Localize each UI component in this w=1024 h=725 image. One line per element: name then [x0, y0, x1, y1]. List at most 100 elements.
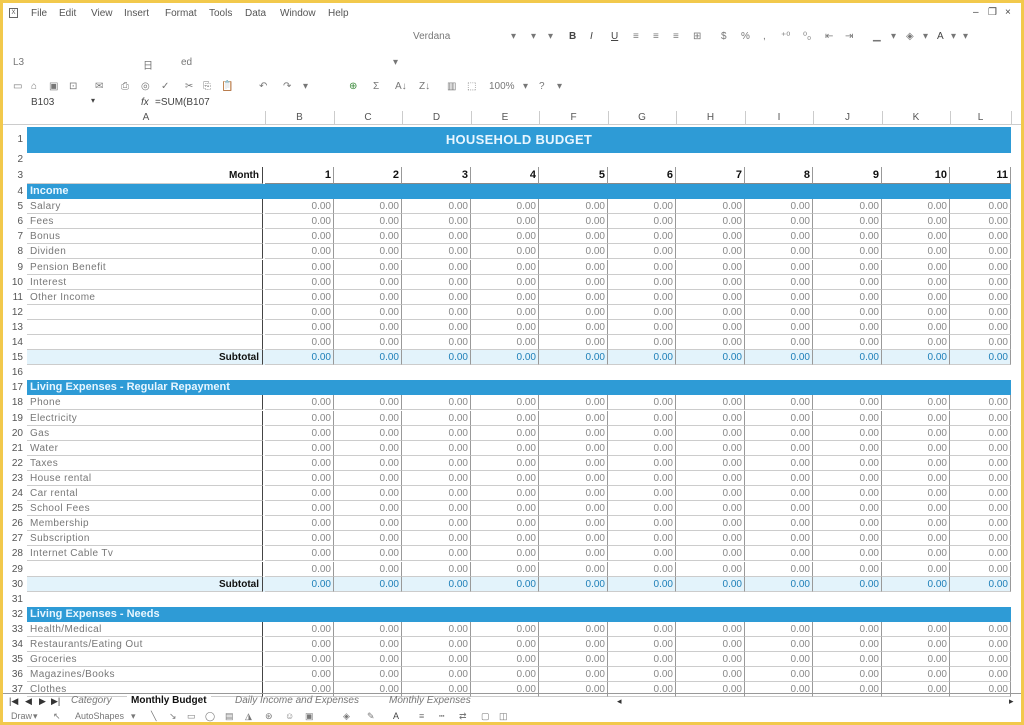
value-cell[interactable]: 0.00: [471, 667, 539, 683]
value-cell[interactable]: 0.00: [471, 350, 539, 366]
row-label[interactable]: Interest: [27, 274, 263, 290]
value-cell[interactable]: 0.00: [745, 561, 813, 577]
column-header[interactable]: D: [402, 112, 471, 123]
font-color-dropdown-icon[interactable]: ▾: [951, 31, 956, 42]
value-cell[interactable]: 0.00: [745, 440, 813, 456]
value-cell[interactable]: 0.00: [539, 637, 608, 653]
value-cell[interactable]: 0.00: [676, 425, 745, 441]
value-cell[interactable]: 0.00: [265, 576, 334, 592]
row-label[interactable]: Salary: [27, 199, 263, 215]
value-cell[interactable]: 0.00: [882, 652, 950, 668]
value-cell[interactable]: 0.00: [950, 440, 1011, 456]
value-cell[interactable]: 0.00: [334, 561, 402, 577]
increase-indent-icon[interactable]: ⇥: [845, 31, 853, 42]
formula-input[interactable]: =SUM(B107: [155, 97, 210, 108]
row-number[interactable]: 21: [3, 441, 25, 456]
value-cell[interactable]: 0.00: [539, 531, 608, 547]
value-cell[interactable]: 0.00: [676, 470, 745, 486]
value-cell[interactable]: 0.00: [745, 455, 813, 471]
row-number[interactable]: 2: [3, 153, 25, 167]
value-cell[interactable]: 0.00: [334, 667, 402, 683]
value-cell[interactable]: 0.00: [950, 350, 1011, 366]
value-cell[interactable]: 0.00: [745, 259, 813, 275]
value-cell[interactable]: 0.00: [950, 531, 1011, 547]
row-label[interactable]: [27, 304, 263, 320]
value-cell[interactable]: 5: [539, 167, 608, 184]
value-cell[interactable]: 0.00: [539, 621, 608, 637]
value-cell[interactable]: 0.00: [265, 199, 334, 215]
value-cell[interactable]: 0.00: [402, 621, 471, 637]
value-cell[interactable]: 0.00: [676, 214, 745, 230]
value-cell[interactable]: 0.00: [882, 199, 950, 215]
value-cell[interactable]: 0.00: [471, 531, 539, 547]
currency-button[interactable]: $: [721, 31, 727, 42]
value-cell[interactable]: 0.00: [539, 304, 608, 320]
value-cell[interactable]: 0.00: [402, 561, 471, 577]
value-cell[interactable]: 0.00: [745, 319, 813, 335]
value-cell[interactable]: 0.00: [334, 425, 402, 441]
row-number[interactable]: 18: [3, 395, 25, 410]
value-cell[interactable]: 0.00: [265, 486, 334, 502]
draw-menu[interactable]: Draw: [11, 711, 32, 721]
next-sheet-icon[interactable]: ▶: [39, 696, 46, 707]
font-size-select[interactable]: ▾: [531, 31, 536, 42]
value-cell[interactable]: 0.00: [402, 319, 471, 335]
column-header[interactable]: A: [27, 112, 265, 123]
value-cell[interactable]: 0.00: [950, 425, 1011, 441]
value-cell[interactable]: 0.00: [334, 410, 402, 426]
decrease-indent-icon[interactable]: ⇤: [825, 31, 833, 42]
value-cell[interactable]: 0.00: [402, 259, 471, 275]
value-cell[interactable]: 0.00: [676, 576, 745, 592]
value-cell[interactable]: 0.00: [882, 637, 950, 653]
value-cell[interactable]: 0.00: [950, 667, 1011, 683]
value-cell[interactable]: 0.00: [950, 637, 1011, 653]
value-cell[interactable]: 0.00: [882, 350, 950, 366]
value-cell[interactable]: 0.00: [471, 440, 539, 456]
value-cell[interactable]: 0.00: [539, 410, 608, 426]
value-cell[interactable]: 0.00: [813, 350, 882, 366]
value-cell[interactable]: 0.00: [265, 335, 334, 351]
value-cell[interactable]: 0.00: [608, 652, 676, 668]
3d-style-icon[interactable]: ◫: [499, 711, 508, 722]
value-cell[interactable]: 0.00: [265, 289, 334, 305]
menu-help[interactable]: Help: [328, 8, 349, 19]
value-cell[interactable]: 0.00: [608, 304, 676, 320]
undo-icon[interactable]: ↶: [259, 81, 267, 92]
column-header[interactable]: F: [539, 112, 608, 123]
value-cell[interactable]: 0.00: [402, 425, 471, 441]
value-cell[interactable]: 0.00: [676, 304, 745, 320]
value-cell[interactable]: 0.00: [608, 425, 676, 441]
value-cell[interactable]: 0.00: [402, 501, 471, 517]
value-cell[interactable]: 0.00: [471, 199, 539, 215]
value-cell[interactable]: 4: [471, 167, 539, 184]
row-number[interactable]: 24: [3, 486, 25, 501]
value-cell[interactable]: 0.00: [882, 486, 950, 502]
value-cell[interactable]: 0.00: [539, 455, 608, 471]
value-cell[interactable]: 0.00: [950, 561, 1011, 577]
menu-window[interactable]: Window: [280, 8, 316, 19]
toolbar3-options-icon[interactable]: ▾: [557, 81, 562, 92]
value-cell[interactable]: 0.00: [882, 440, 950, 456]
value-cell[interactable]: 0.00: [813, 667, 882, 683]
value-cell[interactable]: 0.00: [813, 637, 882, 653]
value-cell[interactable]: 0.00: [813, 652, 882, 668]
comma-button[interactable]: ,: [763, 31, 766, 42]
value-cell[interactable]: 0.00: [334, 319, 402, 335]
value-cell[interactable]: 0.00: [745, 531, 813, 547]
merge-center-icon[interactable]: ⊞: [693, 31, 701, 42]
row-number[interactable]: 16: [3, 365, 25, 380]
value-cell[interactable]: 0.00: [950, 621, 1011, 637]
value-cell[interactable]: 0.00: [471, 259, 539, 275]
row-number[interactable]: 10: [3, 275, 25, 290]
value-cell[interactable]: 0.00: [334, 531, 402, 547]
value-cell[interactable]: 0.00: [745, 516, 813, 532]
value-cell[interactable]: 0.00: [950, 652, 1011, 668]
menu-tools[interactable]: Tools: [209, 8, 232, 19]
value-cell[interactable]: 0.00: [471, 637, 539, 653]
horizontal-scrollbar-right-icon[interactable]: ▸: [1009, 696, 1014, 707]
value-cell[interactable]: 0.00: [608, 410, 676, 426]
value-cell[interactable]: 0.00: [608, 259, 676, 275]
column-header[interactable]: B: [265, 112, 334, 123]
value-cell[interactable]: 0.00: [745, 229, 813, 245]
fill-color-dropdown-icon[interactable]: ▾: [923, 31, 928, 42]
